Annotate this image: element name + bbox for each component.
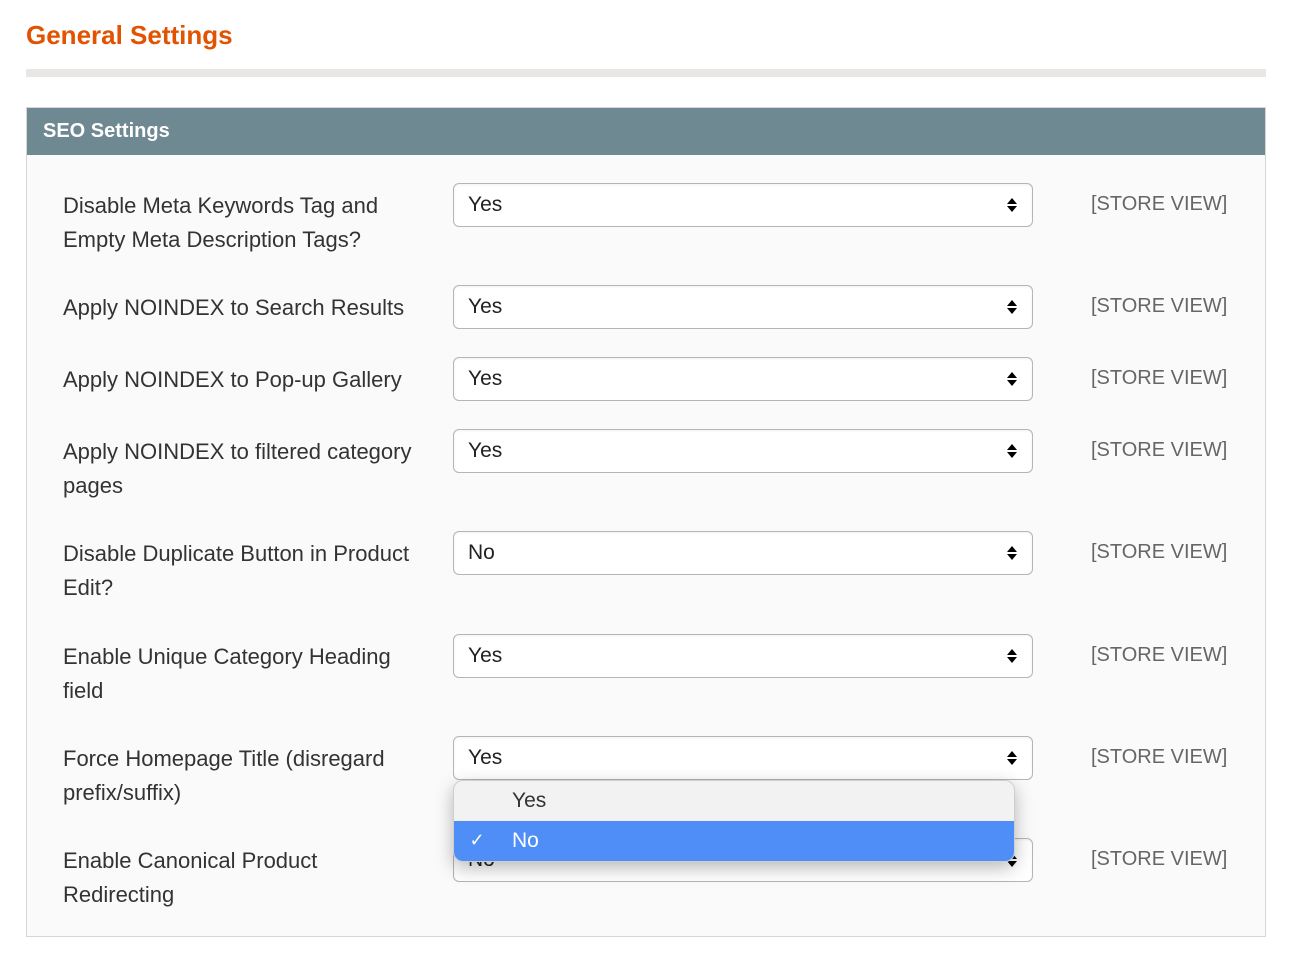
option-label: No bbox=[486, 829, 539, 853]
select-value: Yes bbox=[468, 295, 502, 319]
dropdown-option-yes[interactable]: ✓ Yes bbox=[454, 781, 1014, 821]
select-caret-icon bbox=[1006, 544, 1018, 562]
select-disable-duplicate-button[interactable]: No bbox=[453, 531, 1033, 575]
field-control: Yes bbox=[453, 183, 1033, 227]
field-control: Yes bbox=[453, 429, 1033, 473]
option-label: Yes bbox=[486, 789, 546, 813]
check-icon: ✓ bbox=[468, 830, 486, 851]
field-noindex-filtered-category: Apply NOINDEX to filtered category pages… bbox=[63, 429, 1229, 503]
select-disable-meta-keywords[interactable]: Yes bbox=[453, 183, 1033, 227]
dropdown-option-no[interactable]: ✓ No bbox=[454, 821, 1014, 861]
section-header: SEO Settings bbox=[27, 108, 1265, 155]
select-value: Yes bbox=[468, 193, 502, 217]
field-control: Yes bbox=[453, 357, 1033, 401]
select-value: Yes bbox=[468, 746, 502, 770]
select-dropdown-open: ✓ Yes ✓ No bbox=[453, 780, 1015, 862]
field-scope: [STORE VIEW] bbox=[1033, 357, 1229, 390]
field-label: Force Homepage Title (disregard prefix/s… bbox=[63, 736, 453, 810]
select-caret-icon bbox=[1006, 298, 1018, 316]
field-scope: [STORE VIEW] bbox=[1033, 183, 1229, 216]
field-canonical-product-redirecting: Enable Canonical Product Redirecting No … bbox=[63, 838, 1229, 912]
select-value: Yes bbox=[468, 644, 502, 668]
field-control: Yes bbox=[453, 736, 1033, 780]
section-body: Disable Meta Keywords Tag and Empty Meta… bbox=[27, 155, 1265, 936]
field-control: No ✓ Yes ✓ No bbox=[453, 838, 1033, 882]
field-label: Apply NOINDEX to Search Results bbox=[63, 285, 453, 325]
field-control: Yes bbox=[453, 285, 1033, 329]
field-scope: [STORE VIEW] bbox=[1033, 429, 1229, 462]
select-caret-icon bbox=[1006, 196, 1018, 214]
field-label: Enable Unique Category Heading field bbox=[63, 634, 453, 708]
page-title: General Settings bbox=[26, 20, 1266, 51]
select-noindex-filtered-category[interactable]: Yes bbox=[453, 429, 1033, 473]
field-disable-duplicate-button: Disable Duplicate Button in Product Edit… bbox=[63, 531, 1229, 605]
select-value: Yes bbox=[468, 439, 502, 463]
field-scope: [STORE VIEW] bbox=[1033, 838, 1229, 871]
select-caret-icon bbox=[1006, 442, 1018, 460]
select-value: No bbox=[468, 541, 495, 565]
select-caret-icon bbox=[1006, 749, 1018, 767]
field-label: Enable Canonical Product Redirecting bbox=[63, 838, 453, 912]
select-force-homepage-title[interactable]: Yes bbox=[453, 736, 1033, 780]
field-label: Disable Duplicate Button in Product Edit… bbox=[63, 531, 453, 605]
select-value: Yes bbox=[468, 367, 502, 391]
select-noindex-popup-gallery[interactable]: Yes bbox=[453, 357, 1033, 401]
select-caret-icon bbox=[1006, 647, 1018, 665]
field-scope: [STORE VIEW] bbox=[1033, 285, 1229, 318]
select-noindex-search[interactable]: Yes bbox=[453, 285, 1033, 329]
seo-settings-section: SEO Settings Disable Meta Keywords Tag a… bbox=[26, 107, 1266, 937]
field-noindex-popup-gallery: Apply NOINDEX to Pop-up Gallery Yes [STO… bbox=[63, 357, 1229, 401]
field-scope: [STORE VIEW] bbox=[1033, 736, 1229, 769]
select-caret-icon bbox=[1006, 370, 1018, 388]
field-scope: [STORE VIEW] bbox=[1033, 531, 1229, 564]
select-unique-category-heading[interactable]: Yes bbox=[453, 634, 1033, 678]
field-control: No bbox=[453, 531, 1033, 575]
field-label: Apply NOINDEX to filtered category pages bbox=[63, 429, 453, 503]
field-label: Apply NOINDEX to Pop-up Gallery bbox=[63, 357, 453, 397]
title-divider bbox=[26, 69, 1266, 77]
field-scope: [STORE VIEW] bbox=[1033, 634, 1229, 667]
field-unique-category-heading: Enable Unique Category Heading field Yes… bbox=[63, 634, 1229, 708]
field-disable-meta-keywords: Disable Meta Keywords Tag and Empty Meta… bbox=[63, 183, 1229, 257]
field-label: Disable Meta Keywords Tag and Empty Meta… bbox=[63, 183, 453, 257]
field-control: Yes bbox=[453, 634, 1033, 678]
field-noindex-search: Apply NOINDEX to Search Results Yes [STO… bbox=[63, 285, 1229, 329]
